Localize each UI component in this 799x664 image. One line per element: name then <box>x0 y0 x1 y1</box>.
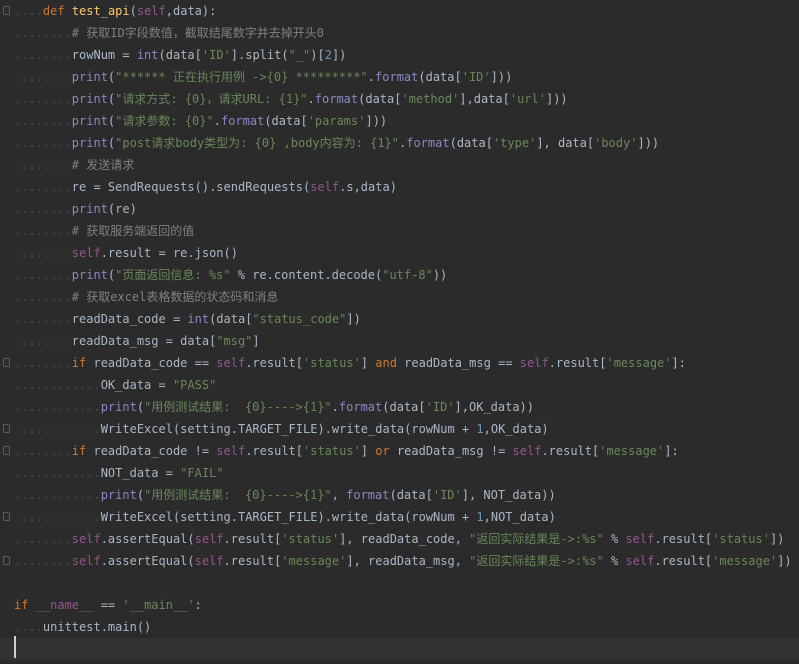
code-line[interactable]: ........# 发送请求 <box>0 154 799 176</box>
code-line[interactable]: ............WriteExcel(setting.TARGET_FI… <box>0 418 799 440</box>
code-text: ........print("****** 正在执行用例 ->{0} *****… <box>14 70 513 84</box>
code-line[interactable]: ........print("****** 正在执行用例 ->{0} *****… <box>0 66 799 88</box>
code-line[interactable]: ....unittest.main() <box>0 616 799 638</box>
code-line[interactable]: ........readData_msg = data["msg"] <box>0 330 799 352</box>
code-text: ............NOT_data = "FAIL" <box>14 466 224 480</box>
code-line[interactable]: ........print(re) <box>0 198 799 220</box>
code-text: ............WriteExcel(setting.TARGET_FI… <box>14 422 549 436</box>
code-text: ........print("post请求body类型为: {0} ,body内… <box>14 136 660 150</box>
code-line[interactable]: ........print("post请求body类型为: {0} ,body内… <box>0 132 799 154</box>
code-line[interactable]: ........self.assertEqual(self.result['me… <box>0 550 799 572</box>
fold-marker-icon[interactable] <box>3 358 10 367</box>
code-line[interactable]: ........if readData_code == self.result[… <box>0 352 799 374</box>
code-line[interactable]: ........print("请求参数: {0}".format(data['p… <box>0 110 799 132</box>
code-line[interactable]: ............NOT_data = "FAIL" <box>0 462 799 484</box>
code-text: ........print("请求参数: {0}".format(data['p… <box>14 114 388 128</box>
code-text: ........self.assertEqual(self.result['me… <box>14 554 792 568</box>
fold-marker-icon[interactable] <box>3 446 10 455</box>
code-text: ........print(re) <box>14 202 137 216</box>
code-text: ....def test_api(self,data): <box>14 4 217 18</box>
code-text: ........# 获取excel表格数据的状态码和消息 <box>14 290 279 304</box>
code-line[interactable]: ........re = SendRequests().sendRequests… <box>0 176 799 198</box>
code-text: ........# 发送请求 <box>14 158 135 172</box>
fold-marker-icon[interactable] <box>3 556 10 565</box>
code-text: ........if readData_code == self.result[… <box>14 356 686 370</box>
code-line[interactable]: ........readData_code = int(data["status… <box>0 308 799 330</box>
code-editor[interactable]: ....def test_api(self,data): ........# 获取… <box>0 0 799 664</box>
code-line[interactable]: ............print("用例测试结果: {0}---->{1}".… <box>0 396 799 418</box>
code-line[interactable]: ........# 获取ID字段数值，截取结尾数字并去掉开头0 <box>0 22 799 44</box>
code-text: ........re = SendRequests().sendRequests… <box>14 180 397 194</box>
code-line[interactable]: ............WriteExcel(setting.TARGET_FI… <box>0 506 799 528</box>
code-text: ........readData_code = int(data["status… <box>14 312 361 326</box>
code-text: ............WriteExcel(setting.TARGET_FI… <box>14 510 556 524</box>
code-line[interactable]: ........print("请求方式: {0}，请求URL: {1}".for… <box>0 88 799 110</box>
code-line[interactable]: ........if readData_code != self.result[… <box>0 440 799 462</box>
fold-marker-icon[interactable] <box>3 512 10 521</box>
fold-marker-icon[interactable] <box>3 424 10 433</box>
code-text: ............OK_data = "PASS" <box>14 378 217 392</box>
code-text: ....unittest.main() <box>14 620 152 634</box>
code-line[interactable] <box>0 572 799 594</box>
code-line[interactable]: ........rowNum = int(data['ID'].split("_… <box>0 44 799 66</box>
code-text: ........readData_msg = data["msg"] <box>14 334 260 348</box>
code-text: ............print("用例测试结果: {0}---->{1}".… <box>14 400 535 414</box>
code-line[interactable]: ........# 获取服务端返回的值 <box>0 220 799 242</box>
code-text: ........print("请求方式: {0}，请求URL: {1}".for… <box>14 92 568 106</box>
code-line[interactable] <box>0 638 799 660</box>
code-text: ........self.result = re.json() <box>14 246 238 260</box>
code-line[interactable]: ....def test_api(self,data): <box>0 0 799 22</box>
code-text: ............print("用例测试结果: {0}---->{1}",… <box>14 488 556 502</box>
code-line[interactable]: ........print("页面返回信息: %s" % re.content.… <box>0 264 799 286</box>
code-text: ........if readData_code != self.result[… <box>14 444 679 458</box>
code-line[interactable]: ........self.result = re.json() <box>0 242 799 264</box>
fold-marker-icon[interactable] <box>3 6 10 15</box>
code-text: ........print("页面返回信息: %s" % re.content.… <box>14 268 448 282</box>
code-line[interactable]: ........self.assertEqual(self.result['st… <box>0 528 799 550</box>
code-line[interactable]: ........# 获取excel表格数据的状态码和消息 <box>0 286 799 308</box>
code-line[interactable]: ............OK_data = "PASS" <box>0 374 799 396</box>
code-text: ........rowNum = int(data['ID'].split("_… <box>14 48 347 62</box>
code-text: ........# 获取服务端返回的值 <box>14 224 195 238</box>
code-text: ........# 获取ID字段数值，截取结尾数字并去掉开头0 <box>14 26 324 40</box>
text-caret <box>14 636 16 658</box>
code-text: if __name__ == '__main__': <box>14 598 202 612</box>
code-line[interactable]: ............print("用例测试结果: {0}---->{1}",… <box>0 484 799 506</box>
code-text: ........self.assertEqual(self.result['st… <box>14 532 785 546</box>
code-line[interactable]: if __name__ == '__main__': <box>0 594 799 616</box>
